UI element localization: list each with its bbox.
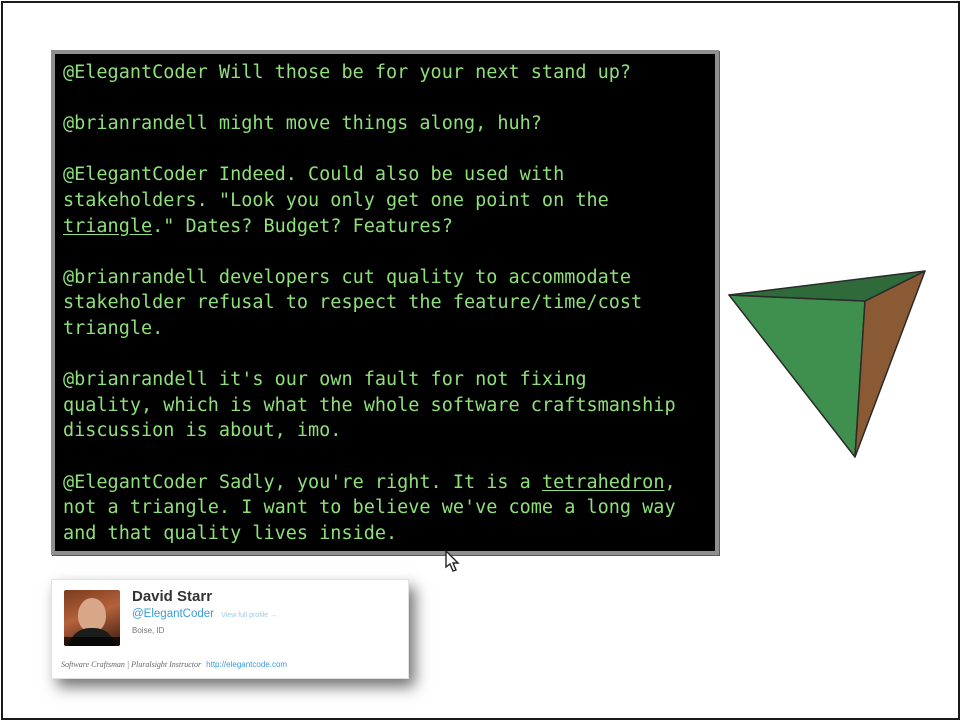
conversation-line: discussion is about, imo. bbox=[63, 418, 709, 444]
conversation-line: stakeholders. "Look you only get one poi… bbox=[63, 188, 709, 214]
line-text: @brianrandell developers cut quality to … bbox=[63, 266, 632, 288]
tweet-conversation-panel: @ElegantCoder Will those be for your nex… bbox=[51, 50, 719, 555]
line-text: @ElegantCoder Indeed. Could also be used… bbox=[63, 164, 565, 186]
line-text: @ElegantCoder Will those be for your nex… bbox=[63, 62, 632, 83]
profile-bio-text: Software Craftsman | Pluralsight Instruc… bbox=[61, 660, 202, 669]
profile-handle-row: @ElegantCoder View full profile → bbox=[132, 608, 277, 620]
conversation-line: @brianrandell might move things along, h… bbox=[63, 111, 709, 137]
twitter-profile-card: David Starr @ElegantCoder View full prof… bbox=[51, 579, 409, 679]
profile-handle[interactable]: @ElegantCoder bbox=[132, 608, 214, 620]
conversation-line: @ElegantCoder Will those be for your nex… bbox=[63, 60, 709, 86]
line-text: @ElegantCoder Sadly, you're right. It is… bbox=[63, 471, 542, 493]
line-text: stakeholders. "Look you only get one poi… bbox=[63, 189, 609, 211]
line-text: @brianrandell might move things along, h… bbox=[63, 113, 542, 135]
conversation-line: triangle." Dates? Budget? Features? bbox=[63, 214, 709, 240]
view-full-profile-link[interactable]: View full profile → bbox=[221, 612, 277, 619]
line-text: triangle. bbox=[63, 317, 164, 339]
conversation-line: and that quality lives inside. bbox=[63, 521, 709, 547]
line-text: not a triangle. I want to believe we've … bbox=[63, 497, 676, 519]
line-text: and that quality lives inside. bbox=[63, 522, 398, 544]
conversation-line: not a triangle. I want to believe we've … bbox=[63, 495, 709, 521]
conversation-line: @ElegantCoder Sadly, you're right. It is… bbox=[63, 470, 709, 496]
conversation-line: stakeholder refusal to respect the featu… bbox=[63, 290, 709, 316]
line-text: , bbox=[664, 471, 676, 493]
line-text: discussion is about, imo. bbox=[63, 420, 342, 442]
profile-location: Boise, ID bbox=[132, 626, 165, 635]
profile-url-link[interactable]: http://elegantcode.com bbox=[206, 660, 287, 669]
hyperlink-triangle[interactable]: triangle bbox=[63, 216, 152, 237]
line-text: ." Dates? Budget? Features? bbox=[152, 215, 453, 237]
profile-name[interactable]: David Starr bbox=[132, 588, 212, 605]
line-text: stakeholder refusal to respect the featu… bbox=[63, 292, 643, 314]
line-text: @brianrandell it's our own fault for not… bbox=[63, 369, 587, 391]
conversation-line: @ElegantCoder Indeed. Could also be used… bbox=[63, 162, 709, 188]
hyperlink-tetrahedron[interactable]: tetrahedron bbox=[542, 472, 665, 493]
line-text: quality, which is what the whole softwar… bbox=[63, 394, 676, 416]
conversation-text: @ElegantCoder Will those be for your nex… bbox=[63, 60, 709, 546]
tetrahedron-image bbox=[728, 270, 926, 458]
conversation-line: @brianrandell it's our own fault for not… bbox=[63, 367, 709, 393]
slide: @ElegantCoder Will those be for your nex… bbox=[1, 1, 960, 720]
conversation-line: quality, which is what the whole softwar… bbox=[63, 393, 709, 419]
avatar[interactable] bbox=[64, 590, 120, 646]
profile-bio: Software Craftsman | Pluralsight Instruc… bbox=[61, 660, 287, 669]
mouse-cursor-icon bbox=[445, 549, 460, 572]
conversation-line: @brianrandell developers cut quality to … bbox=[63, 265, 709, 291]
conversation-line: triangle. bbox=[63, 316, 709, 342]
